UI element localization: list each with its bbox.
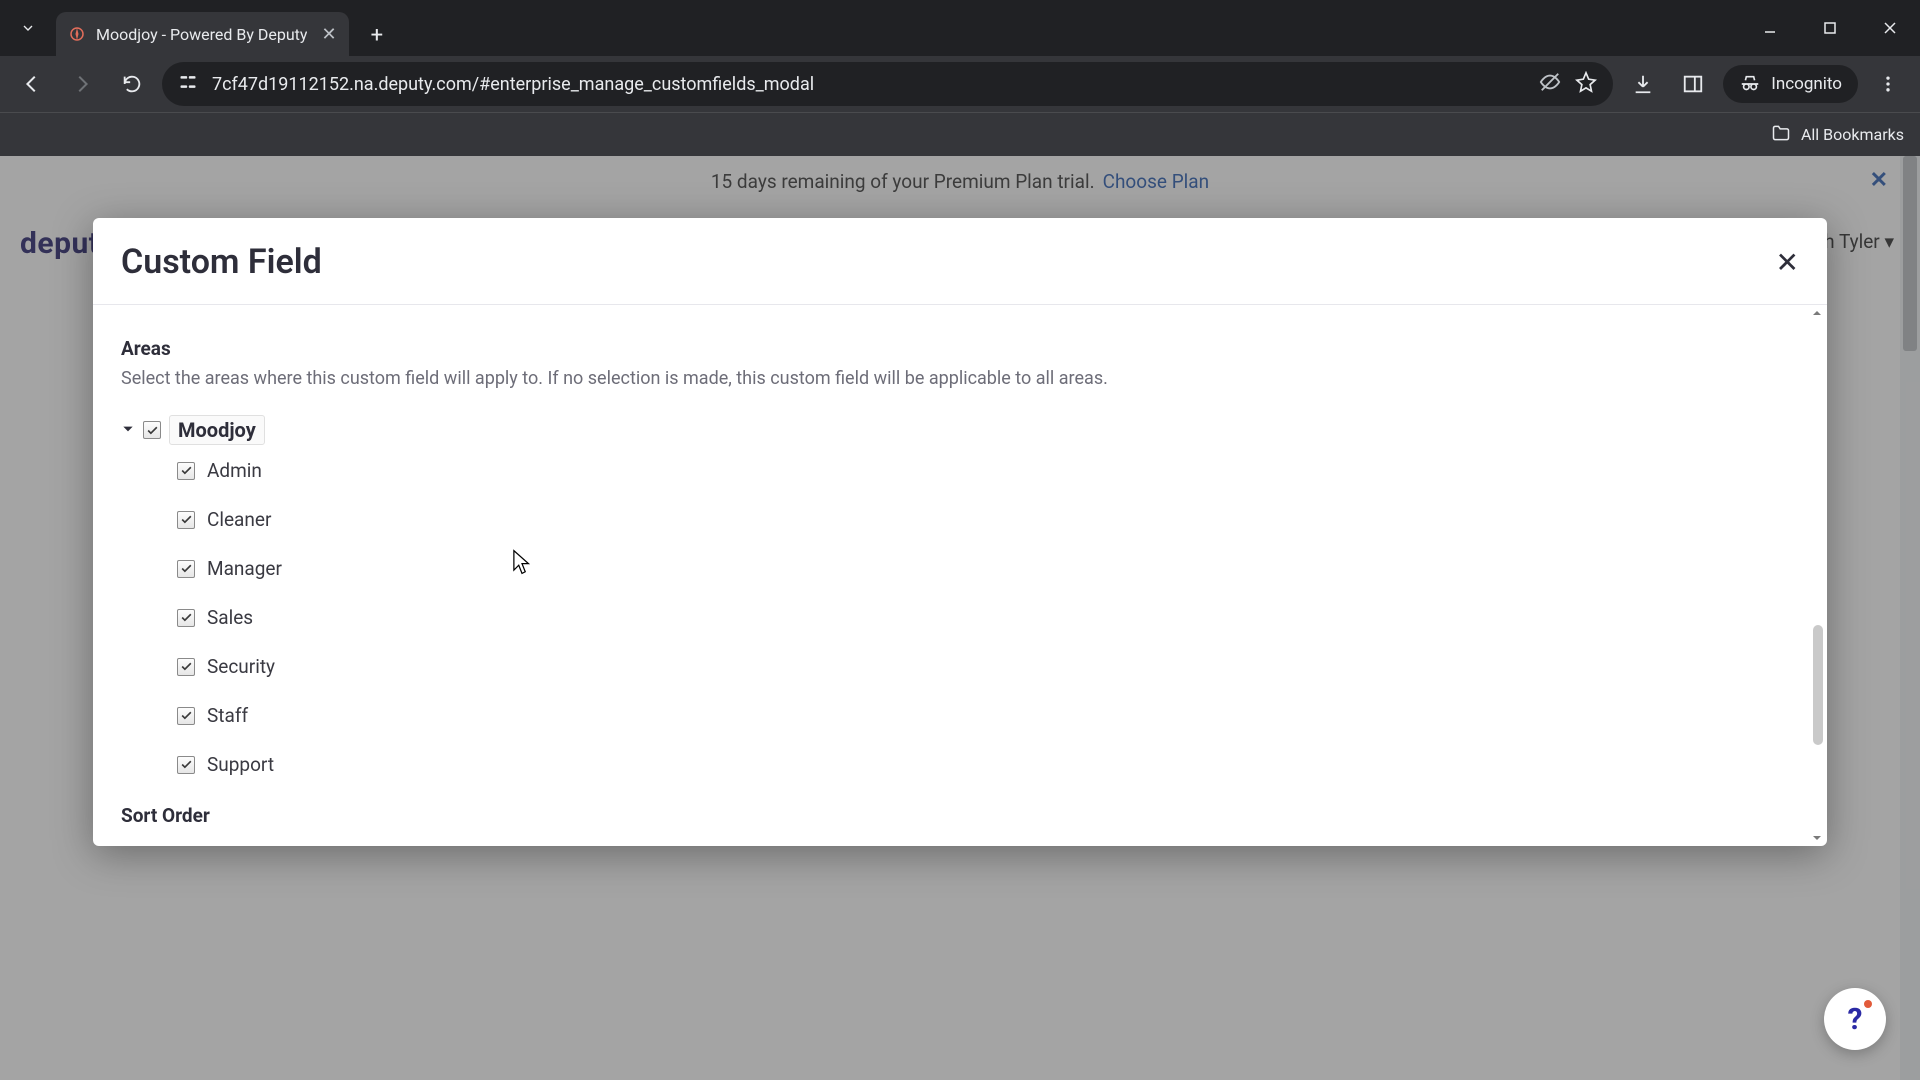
modal-scrollbar[interactable] bbox=[1809, 305, 1825, 846]
help-icon: ? bbox=[1848, 1002, 1863, 1037]
modal-header: Custom Field ✕ bbox=[93, 218, 1827, 304]
area-label[interactable]: Staff bbox=[207, 704, 248, 727]
window-minimize-button[interactable] bbox=[1740, 0, 1800, 56]
side-panel-icon[interactable] bbox=[1673, 64, 1713, 104]
browser-tab-strip: Moodjoy - Powered By Deputy ✕ + bbox=[0, 0, 1920, 56]
area-checkbox[interactable] bbox=[177, 462, 195, 480]
area-label[interactable]: Admin bbox=[207, 459, 262, 482]
url-text: 7cf47d19112152.na.deputy.com/#enterprise… bbox=[212, 74, 1525, 95]
tab-favicon-icon bbox=[68, 25, 86, 43]
area-checkbox[interactable] bbox=[177, 658, 195, 676]
window-close-button[interactable] bbox=[1860, 0, 1920, 56]
tab-title: Moodjoy - Powered By Deputy bbox=[96, 25, 307, 44]
area-item-support: Support bbox=[177, 753, 1799, 776]
help-notification-dot bbox=[1864, 1000, 1872, 1008]
nav-reload-button[interactable] bbox=[112, 64, 152, 104]
modal-close-button[interactable]: ✕ bbox=[1776, 246, 1799, 279]
page-area: 15 days remaining of your Premium Plan t… bbox=[0, 156, 1920, 1080]
area-item-admin: Admin bbox=[177, 459, 1799, 482]
incognito-indicator[interactable]: Incognito bbox=[1723, 65, 1858, 103]
custom-field-modal: Custom Field ✕ Areas Select the areas wh… bbox=[93, 218, 1827, 846]
modal-body: Areas Select the areas where this custom… bbox=[93, 304, 1827, 846]
area-label[interactable]: Cleaner bbox=[207, 508, 271, 531]
site-settings-icon[interactable] bbox=[178, 72, 198, 97]
incognito-label: Incognito bbox=[1771, 74, 1842, 94]
window-controls bbox=[1740, 0, 1920, 56]
folder-icon bbox=[1771, 123, 1791, 147]
all-bookmarks-link[interactable]: All Bookmarks bbox=[1801, 125, 1904, 144]
new-tab-button[interactable]: + bbox=[355, 23, 399, 56]
modal-scroll-thumb[interactable] bbox=[1813, 625, 1823, 745]
modal-title: Custom Field bbox=[121, 242, 322, 282]
area-item-sales: Sales bbox=[177, 606, 1799, 629]
browser-menu-icon[interactable] bbox=[1868, 64, 1908, 104]
areas-section-title: Areas bbox=[121, 337, 1799, 360]
areas-section-description: Select the areas where this custom field… bbox=[121, 368, 1799, 389]
mouse-cursor-icon bbox=[512, 549, 532, 579]
help-fab-button[interactable]: ? bbox=[1824, 988, 1886, 1050]
area-item-cleaner: Cleaner bbox=[177, 508, 1799, 531]
bookmarks-bar: All Bookmarks bbox=[0, 112, 1920, 156]
browser-tab-active[interactable]: Moodjoy - Powered By Deputy ✕ bbox=[56, 12, 349, 56]
window-maximize-button[interactable] bbox=[1800, 0, 1860, 56]
incognito-icon bbox=[1739, 73, 1761, 95]
tab-close-icon[interactable]: ✕ bbox=[321, 24, 336, 45]
scroll-down-icon[interactable] bbox=[1809, 830, 1825, 846]
area-tree-root: Moodjoy bbox=[121, 415, 1799, 445]
area-checkbox[interactable] bbox=[177, 609, 195, 627]
root-area-label[interactable]: Moodjoy bbox=[169, 415, 265, 445]
nav-forward-button[interactable] bbox=[62, 64, 102, 104]
address-bar: 7cf47d19112152.na.deputy.com/#enterprise… bbox=[0, 56, 1920, 112]
area-checkbox[interactable] bbox=[177, 511, 195, 529]
downloads-icon[interactable] bbox=[1623, 64, 1663, 104]
area-item-manager: Manager bbox=[177, 557, 1799, 580]
area-item-security: Security bbox=[177, 655, 1799, 678]
scroll-up-icon[interactable] bbox=[1809, 305, 1825, 321]
area-checkbox[interactable] bbox=[177, 707, 195, 725]
bookmark-star-icon[interactable] bbox=[1575, 71, 1597, 98]
root-checkbox[interactable] bbox=[143, 421, 161, 439]
tree-collapse-icon[interactable] bbox=[121, 421, 135, 440]
nav-back-button[interactable] bbox=[12, 64, 52, 104]
area-label[interactable]: Sales bbox=[207, 606, 253, 629]
area-label[interactable]: Support bbox=[207, 753, 274, 776]
url-field[interactable]: 7cf47d19112152.na.deputy.com/#enterprise… bbox=[162, 62, 1613, 106]
area-checkbox[interactable] bbox=[177, 756, 195, 774]
eye-off-icon[interactable] bbox=[1539, 71, 1561, 98]
area-label[interactable]: Manager bbox=[207, 557, 282, 580]
tab-search-dropdown[interactable] bbox=[0, 0, 56, 56]
area-checkbox[interactable] bbox=[177, 560, 195, 578]
area-label[interactable]: Security bbox=[207, 655, 275, 678]
area-tree-children: Admin Cleaner Manager Sales Security bbox=[177, 459, 1799, 776]
sort-order-title: Sort Order bbox=[121, 804, 1799, 827]
area-item-staff: Staff bbox=[177, 704, 1799, 727]
